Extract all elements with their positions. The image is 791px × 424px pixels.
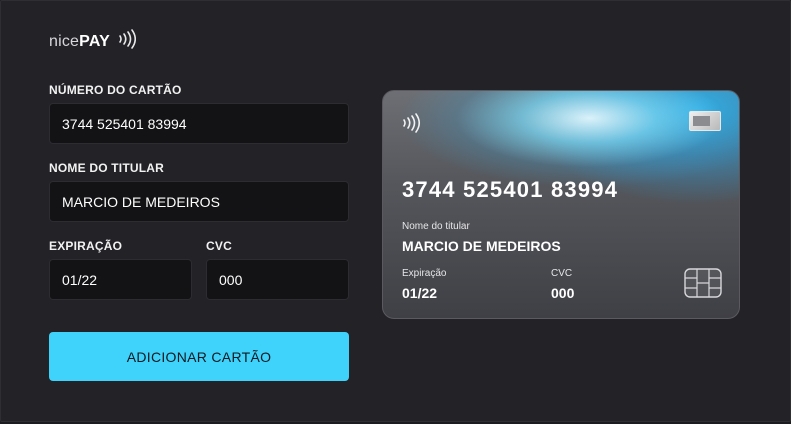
cvc-input[interactable] xyxy=(206,259,349,300)
cardholder-name-label: NOME DO TITULAR xyxy=(49,161,164,175)
contactless-icon xyxy=(118,29,137,54)
nicepay-logo: nice PAY xyxy=(49,29,137,54)
card-preview: 3744 525401 83994 Nome do titular MARCIO… xyxy=(382,90,740,319)
add-card-button[interactable]: ADICIONAR CARTÃO xyxy=(49,332,349,381)
expiry-caption: Expiração xyxy=(402,268,447,279)
chip-icon xyxy=(684,268,722,303)
cvc-label: CVC xyxy=(206,239,232,253)
cvc-caption: CVC xyxy=(551,268,573,279)
cardholder-display: MARCIO DE MEDEIROS xyxy=(402,238,561,254)
payment-panel: nicePAY NÚMERO DO CARTÃO NOME DO TITULAR… xyxy=(0,0,791,422)
logo-light-text: nice xyxy=(49,32,80,50)
expiry-label: EXPIRAÇÃO xyxy=(49,239,123,253)
logo-bold-text: PAY xyxy=(79,32,110,50)
card-number-label: NÚMERO DO CARTÃO xyxy=(49,83,182,97)
expiry-display: 01/22 xyxy=(402,285,438,301)
cardholder-name-input[interactable] xyxy=(49,181,349,222)
card-number-display: 3744 525401 83994 xyxy=(402,177,619,202)
expiry-input[interactable] xyxy=(49,259,192,300)
amex-card-icon xyxy=(689,111,721,131)
contactless-icon xyxy=(402,112,422,139)
cardholder-caption: Nome do titular xyxy=(402,221,470,232)
card-number-input[interactable] xyxy=(49,103,349,144)
cvc-display: 000 xyxy=(551,285,575,301)
